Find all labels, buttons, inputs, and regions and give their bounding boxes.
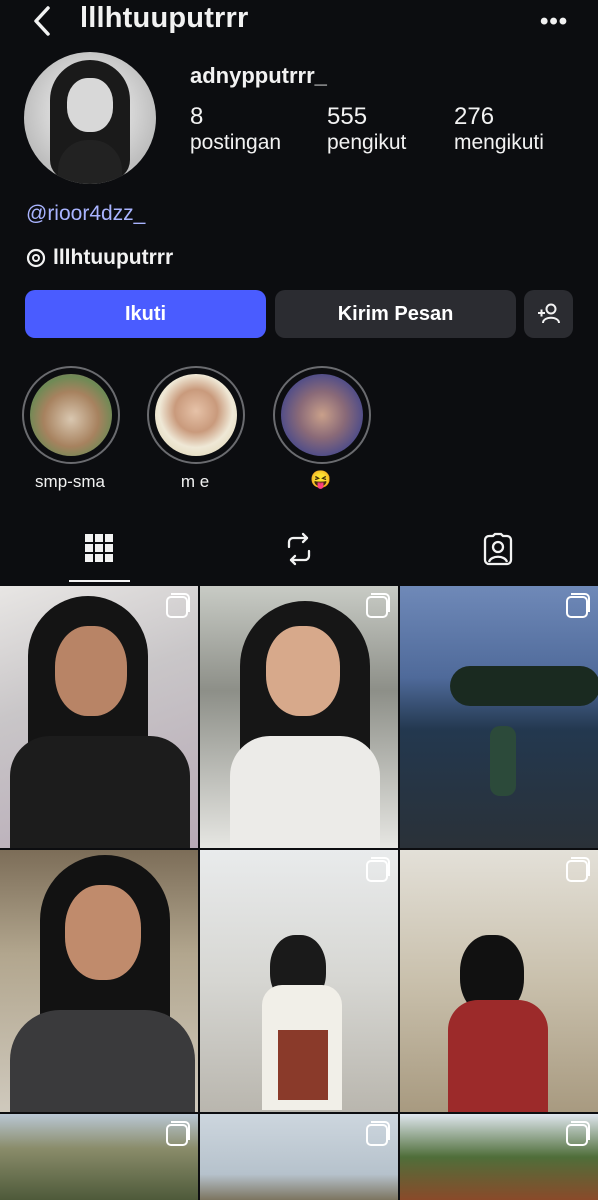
- stat-following-count: 276: [454, 103, 495, 130]
- tagged-icon[interactable]: [481, 532, 515, 566]
- highlight-label: smp-sma: [35, 472, 105, 491]
- highlight-smp-sma[interactable]: [22, 366, 120, 464]
- grid-icon[interactable]: [83, 532, 115, 564]
- carousel-icon: [566, 857, 590, 882]
- post-thumbnail[interactable]: [0, 586, 198, 848]
- stat-followers-count: 555: [327, 103, 368, 130]
- highlight-label: m e: [180, 472, 210, 491]
- add-user-icon: [537, 303, 560, 324]
- post-thumbnail[interactable]: [400, 850, 598, 1112]
- carousel-icon: [166, 1121, 190, 1146]
- post-subject-face: [266, 626, 340, 716]
- post-thumbnail[interactable]: [400, 1114, 598, 1200]
- post-thumbnail[interactable]: [200, 1114, 398, 1200]
- add-user-button[interactable]: [524, 290, 573, 338]
- carousel-icon: [366, 857, 390, 882]
- stat-following[interactable]: 276 mengikuti: [454, 103, 544, 155]
- post-subject-face: [65, 885, 141, 980]
- post-subject-body: [448, 1000, 548, 1112]
- post-thumbnail[interactable]: [200, 586, 398, 848]
- post-subject-body: [10, 1010, 195, 1112]
- tab-active-indicator: [69, 580, 130, 582]
- carousel-icon: [366, 593, 390, 618]
- threads-icon: [26, 248, 46, 268]
- highlight-cover: [281, 374, 363, 456]
- post-thumbnail[interactable]: [0, 1114, 198, 1200]
- chevron-left-icon[interactable]: [28, 4, 58, 38]
- carousel-icon: [166, 593, 190, 618]
- threads-link[interactable]: lllhtuuputrrr: [53, 246, 173, 270]
- stat-followers[interactable]: 555 pengikut: [327, 103, 406, 155]
- post-thumbnail[interactable]: [400, 586, 598, 848]
- carousel-icon: [566, 593, 590, 618]
- avatar-face: [67, 78, 113, 132]
- highlight-emoji[interactable]: [273, 366, 371, 464]
- highlight-cover: [30, 374, 112, 456]
- follow-button[interactable]: Ikuti: [25, 290, 266, 338]
- page-title: lllhtuuputrrr: [80, 2, 249, 34]
- stat-following-label: mengikuti: [454, 131, 544, 154]
- avatar[interactable]: [24, 52, 156, 184]
- post-subject: [490, 726, 516, 796]
- stat-followers-label: pengikut: [327, 131, 407, 154]
- repost-icon[interactable]: [283, 532, 315, 566]
- post-subject-skirt: [278, 1030, 328, 1100]
- stat-posts[interactable]: 8 postingan: [190, 103, 281, 155]
- top-bar: lllhtuuputrrr •••: [0, 0, 598, 44]
- post-thumbnail[interactable]: [200, 850, 398, 1112]
- stat-posts-count: 8: [190, 103, 204, 130]
- stat-posts-label: postingan: [190, 131, 282, 154]
- carousel-icon: [366, 1121, 390, 1146]
- message-button[interactable]: Kirim Pesan: [275, 290, 516, 338]
- profile-username: adnypputrrr_: [190, 63, 327, 88]
- more-horizontal-icon[interactable]: •••: [540, 8, 568, 36]
- bio-mention-link[interactable]: @rioor4dzz_: [26, 202, 145, 226]
- highlight-cover: [155, 374, 237, 456]
- highlight-label: 😝: [310, 470, 332, 489]
- post-trees: [450, 666, 598, 706]
- post-subject-body: [230, 736, 380, 848]
- carousel-icon: [566, 1121, 590, 1146]
- post-thumbnail[interactable]: [0, 850, 198, 1112]
- highlight-me[interactable]: [147, 366, 245, 464]
- post-subject-face: [55, 626, 127, 716]
- post-subject-body: [10, 736, 190, 848]
